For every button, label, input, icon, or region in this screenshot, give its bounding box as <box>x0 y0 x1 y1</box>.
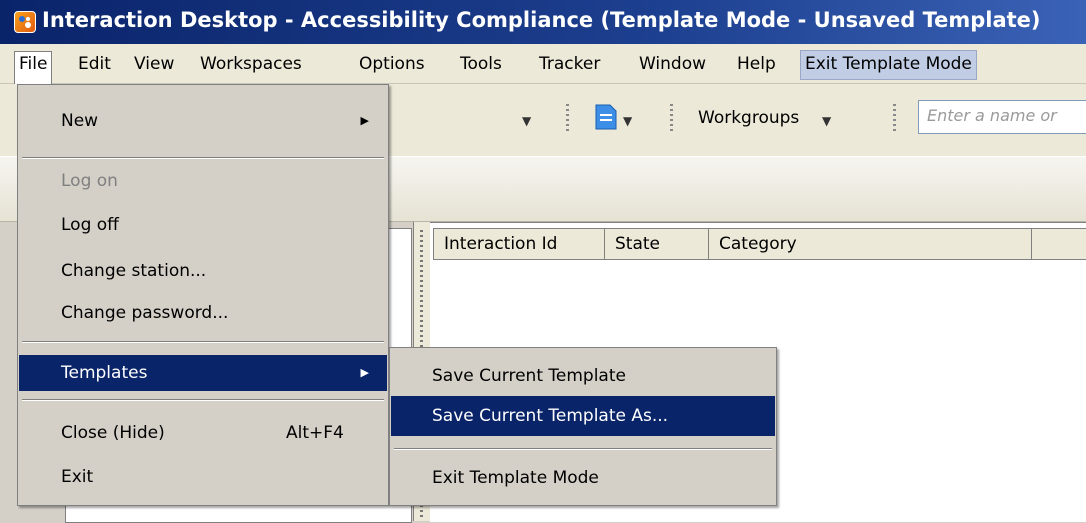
workgroups-dropdown-icon[interactable]: ▼ <box>822 114 831 128</box>
document-icon[interactable] <box>595 104 617 130</box>
menu-item-label: Close (Hide) <box>61 423 165 443</box>
menu-item-label: Templates <box>61 363 148 383</box>
menu-item-exit-template-mode[interactable]: Exit Template Mode <box>391 458 775 498</box>
column-header-interaction-id[interactable]: Interaction Id <box>433 228 605 260</box>
menu-separator <box>394 448 772 450</box>
column-header-category[interactable]: Category <box>708 228 1032 260</box>
menu-item-exit[interactable]: Exit <box>19 459 387 495</box>
shortcut-label: Alt+F4 <box>286 423 344 443</box>
menu-edit[interactable]: Edit <box>74 52 115 76</box>
menu-exit-template-mode[interactable]: Exit Template Mode <box>800 50 977 80</box>
menu-item-change-password[interactable]: Change password... <box>19 295 387 331</box>
menu-item-new[interactable]: New ▶ <box>19 103 387 139</box>
window-title: Interaction Desktop - Accessibility Comp… <box>42 8 1041 32</box>
dropdown-arrow-icon[interactable]: ▼ <box>522 114 531 128</box>
toolbar-grip <box>893 104 896 132</box>
menu-separator <box>22 341 384 343</box>
menu-item-save-current-template-as[interactable]: Save Current Template As... <box>391 396 775 436</box>
menu-tools[interactable]: Tools <box>456 52 506 76</box>
menu-tracker[interactable]: Tracker <box>535 52 604 76</box>
file-menu: New ▶ Log on Log off Change station... C… <box>17 84 389 506</box>
menu-bar: File Edit View Workspaces Options Tools … <box>0 44 1086 84</box>
templates-submenu: Save Current Template Save Current Templ… <box>389 347 777 506</box>
name-search-input[interactable]: Enter a name or <box>918 100 1086 134</box>
menu-options[interactable]: Options <box>355 52 429 76</box>
menu-separator <box>22 399 384 401</box>
menu-window[interactable]: Window <box>635 52 710 76</box>
menu-file[interactable]: File <box>14 51 53 84</box>
menu-view[interactable]: View <box>130 52 178 76</box>
menu-item-log-on: Log on <box>61 171 118 191</box>
menu-item-close-hide[interactable]: Close (Hide) Alt+F4 <box>19 415 387 451</box>
toolbar-grip <box>670 104 673 132</box>
column-header-blank[interactable] <box>1031 228 1086 260</box>
document-dropdown-icon[interactable]: ▼ <box>623 114 632 128</box>
menu-item-save-current-template[interactable]: Save Current Template <box>391 356 775 396</box>
toolbar-separator <box>566 104 569 132</box>
submenu-arrow-icon: ▶ <box>360 114 369 127</box>
title-bar[interactable]: Interaction Desktop - Accessibility Comp… <box>0 0 1086 44</box>
workgroups-button[interactable]: Workgroups <box>698 108 799 128</box>
menu-workspaces[interactable]: Workspaces <box>196 52 306 76</box>
menu-item-templates[interactable]: Templates ▶ <box>19 355 387 391</box>
menu-item-log-off[interactable]: Log off <box>19 207 387 243</box>
column-header-state[interactable]: State <box>604 228 709 260</box>
menu-item-label: New <box>61 111 99 131</box>
menu-item-change-station[interactable]: Change station... <box>19 253 387 289</box>
menu-help[interactable]: Help <box>733 52 780 76</box>
submenu-arrow-icon: ▶ <box>360 366 369 379</box>
menu-separator <box>22 157 384 159</box>
app-icon <box>14 11 36 33</box>
